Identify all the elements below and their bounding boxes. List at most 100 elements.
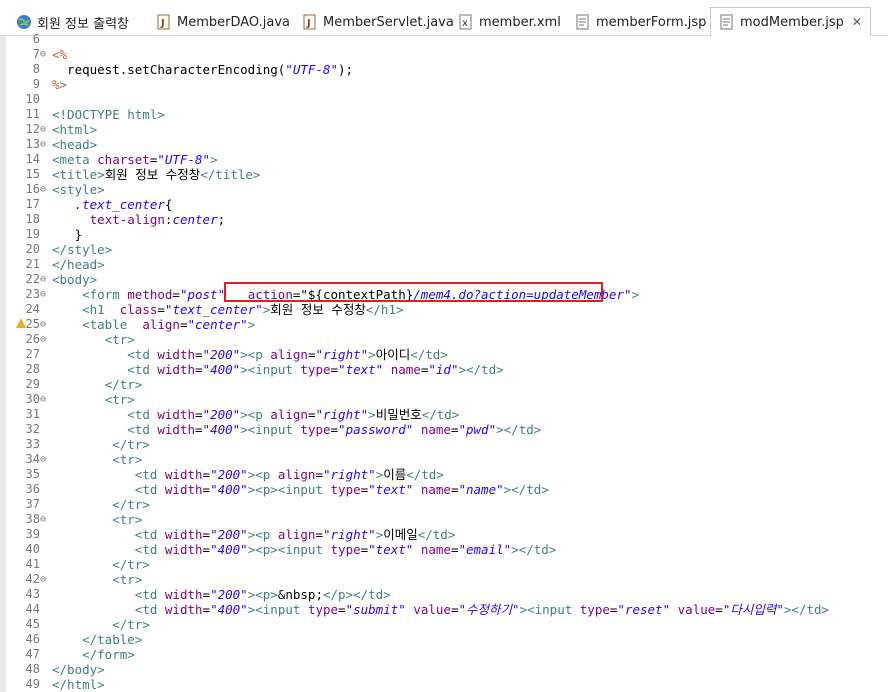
code-token: </td> <box>406 467 444 482</box>
code-token: ><input <box>247 602 308 617</box>
code-line[interactable]: 21 </head> <box>6 257 888 272</box>
code-line[interactable]: 6 <box>6 32 888 47</box>
tab-label: MemberDAO.java <box>177 14 290 30</box>
code-line[interactable]: 49 </html> <box>6 677 888 692</box>
fold-toggle-icon[interactable]: ⊖ <box>40 452 52 467</box>
line-number: 42 <box>25 572 40 586</box>
code-line[interactable]: 15 <title>회원 정보 수정창</title> <box>6 167 888 182</box>
code-line[interactable]: 41 </tr> <box>6 557 888 572</box>
code-line[interactable]: 31 <td width="200"><p align="right">비밀번호… <box>6 407 888 422</box>
code-line[interactable]: 45 </tr> <box>6 617 888 632</box>
code-line[interactable]: 14 <meta charset="UTF-8"> <box>6 152 888 167</box>
fold-toggle-icon[interactable]: ⊖ <box>40 272 52 287</box>
code-line[interactable]: 39 <td width="200"><p align="right">이메일<… <box>6 527 888 542</box>
code-token: "200" <box>210 467 248 482</box>
code-text: text-align:center; <box>52 212 225 227</box>
code-line[interactable]: 43 <td width="200"><p>&nbsp;</p></td> <box>6 587 888 602</box>
code-line[interactable]: 30 ⊖ <tr> <box>6 392 888 407</box>
code-line[interactable]: 24 <h1 class="text_center">회원 정보 수정창</h1… <box>6 302 888 317</box>
fold-toggle-icon[interactable]: ⊖ <box>40 332 52 347</box>
code-token: = <box>315 527 323 542</box>
code-token: ><input <box>240 422 301 437</box>
code-line[interactable]: 42 ⊖ <tr> <box>6 572 888 587</box>
close-icon[interactable]: ✕ <box>852 15 862 29</box>
line-number: 40 <box>25 542 40 556</box>
code-line[interactable]: 33 </tr> <box>6 437 888 452</box>
code-text: </style> <box>52 242 112 257</box>
code-text: </body> <box>52 662 105 677</box>
fold-toggle-icon[interactable]: ⊖ <box>40 47 52 62</box>
fold-toggle-icon[interactable]: ⊖ <box>40 512 52 527</box>
fold-toggle-icon[interactable]: ⊖ <box>40 137 52 152</box>
fold-toggle-icon[interactable]: ⊖ <box>40 572 52 587</box>
code-line[interactable]: 46 </table> <box>6 632 888 647</box>
code-line[interactable]: 48 </body> <box>6 662 888 677</box>
code-line[interactable]: 7 ⊖ <% <box>6 47 888 62</box>
code-line[interactable]: 37 </tr> <box>6 497 888 512</box>
code-line[interactable]: 26 ⊖ <tr> <box>6 332 888 347</box>
fold-toggle-icon[interactable]: ⊖ <box>40 287 52 302</box>
code-line[interactable]: 16 ⊖ <style> <box>6 182 888 197</box>
line-number: 46 <box>25 632 40 646</box>
code-token: "center" <box>187 317 248 332</box>
code-line[interactable]: 12 ⊖ <html> <box>6 122 888 137</box>
code-token: "text_center" <box>164 302 263 317</box>
code-line[interactable]: 9 %> <box>6 77 888 92</box>
code-token: ></td> <box>496 422 542 437</box>
code-token: value <box>413 602 451 617</box>
code-token: } <box>52 227 83 242</box>
code-line[interactable]: 25 ⊖ <table align="center"> <box>6 317 888 332</box>
code-line[interactable]: 28 <td width="400"><input type="text" na… <box>6 362 888 377</box>
code-line[interactable]: 38 ⊖ <tr> <box>6 512 888 527</box>
highlight-box <box>224 282 603 302</box>
code-line[interactable]: 44 <td width="400"><input type="submit" … <box>6 602 888 617</box>
line-number: 39 <box>25 527 40 541</box>
line-number: 6 <box>32 32 40 46</box>
code-line[interactable]: 27 <td width="200"><p align="right">아이디<… <box>6 347 888 362</box>
fold-toggle-icon[interactable]: ⊖ <box>40 182 52 197</box>
fold-toggle-icon[interactable]: ⊖ <box>40 392 52 407</box>
code-token: <meta <box>52 152 98 167</box>
code-token: { <box>164 197 173 212</box>
code-token: </tr> <box>112 617 150 632</box>
code-line[interactable]: 17 .text_center{ <box>6 197 888 212</box>
code-editor[interactable]: 6 7 ⊖ <% 8 request.setCharacterEncoding("UTF… <box>6 32 888 692</box>
line-number: 24 <box>25 302 40 316</box>
code-token: ></td> <box>783 602 830 617</box>
code-line[interactable]: 36 <td width="400"><p><input type="text"… <box>6 482 888 497</box>
fold-toggle-icon[interactable]: ⊖ <box>40 122 52 137</box>
code-line[interactable]: 29 </tr> <box>6 377 888 392</box>
code-token: = <box>195 407 203 422</box>
code-token: </style> <box>52 242 113 257</box>
code-line[interactable]: 35 <td width="200"><p align="right">이름</… <box>6 467 888 482</box>
code-text: <td width="400"><input type="password" n… <box>52 422 541 437</box>
xml-file-icon: x <box>458 14 474 30</box>
code-line[interactable]: 34 ⊖ <tr> <box>6 452 888 467</box>
code-token: name <box>420 422 451 437</box>
line-number: 29 <box>25 377 40 391</box>
code-text: </tr> <box>52 437 150 452</box>
code-token: <% <box>52 47 68 62</box>
code-line[interactable]: 10 <box>6 92 888 107</box>
code-token: <tr> <box>112 572 143 587</box>
code-line[interactable]: 18 text-align:center; <box>6 212 888 227</box>
code-line[interactable]: 19 } <box>6 227 888 242</box>
code-line[interactable]: 40 <td width="400"><p><input type="text"… <box>6 542 888 557</box>
fold-toggle-icon[interactable]: ⊖ <box>40 317 52 332</box>
code-line[interactable]: 8 request.setCharacterEncoding("UTF-8"); <box>6 62 888 77</box>
code-line[interactable]: 11 <!DOCTYPE html> <box>6 107 888 122</box>
code-line[interactable]: 13 ⊖ <head> <box>6 137 888 152</box>
code-token: width <box>157 347 196 362</box>
java-file-icon: J <box>302 14 318 30</box>
code-line[interactable]: 32 <td width="400"><input type="password… <box>6 422 888 437</box>
code-line[interactable]: 47 </form> <box>6 647 888 662</box>
code-line[interactable]: 20 </style> <box>6 242 888 257</box>
line-number: 45 <box>25 617 40 631</box>
